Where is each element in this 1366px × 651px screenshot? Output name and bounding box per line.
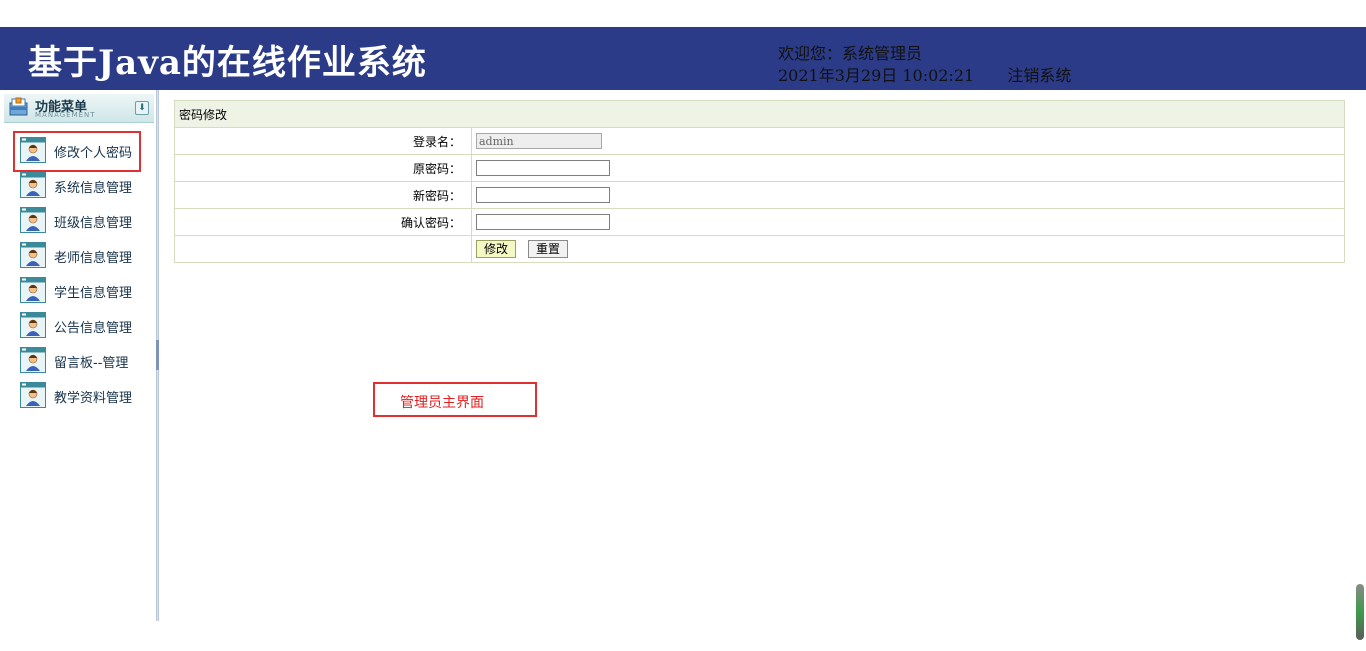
logout-link[interactable]: 注销系统	[1007, 66, 1071, 85]
annotation-text: 管理员主界面	[400, 395, 484, 411]
menu-item-label: 班级信息管理	[54, 216, 133, 231]
login-name-label: 登录名：	[174, 127, 472, 155]
submit-button[interactable]: 修改	[476, 240, 517, 258]
current-datetime: 2021年3月29日 10:02:21	[778, 66, 975, 85]
menu-item-teacher-info[interactable]: 老师信息管理	[20, 240, 150, 270]
scrollbar-thumb[interactable]	[1356, 584, 1364, 640]
menu-item-message-board[interactable]: 留言板--管理	[20, 345, 150, 375]
menu-item-label: 系统信息管理	[54, 181, 133, 196]
confirm-password-label: 确认密码：	[174, 208, 472, 236]
system-title: 基于Java的在线作业系统	[28, 43, 427, 83]
menu-header: 功能菜单 MANAGEMENT ⬇	[4, 94, 154, 123]
highlight-box	[13, 131, 141, 172]
user-form-icon	[20, 207, 46, 233]
old-password-label: 原密码：	[174, 154, 472, 182]
login-name-field	[476, 133, 602, 149]
user-form-icon	[20, 347, 46, 373]
menu-item-notice-info[interactable]: 公告信息管理	[20, 310, 150, 340]
button-row-spacer	[174, 235, 472, 263]
user-form-icon	[20, 172, 46, 198]
form-title: 密码修改	[174, 100, 1345, 128]
menu-folder-icon	[9, 97, 28, 116]
header-bar: 基于Java的在线作业系统 欢迎您：系统管理员 2021年3月29日 10:02…	[0, 27, 1366, 90]
menu-item-class-info[interactable]: 班级信息管理	[20, 205, 150, 235]
annotation-box: 管理员主界面	[373, 382, 537, 417]
old-password-input[interactable]	[476, 160, 610, 176]
user-form-icon	[20, 277, 46, 303]
new-password-input[interactable]	[476, 187, 610, 203]
reset-button[interactable]: 重置	[528, 240, 569, 258]
menu-item-label: 公告信息管理	[54, 321, 133, 336]
new-password-label: 新密码：	[174, 181, 472, 209]
splitter-grip[interactable]	[156, 340, 159, 370]
double-chevron-down-icon[interactable]: ⬇	[135, 101, 149, 115]
menu-item-label: 学生信息管理	[54, 286, 133, 301]
user-form-icon	[20, 312, 46, 338]
welcome-text: 欢迎您：系统管理员	[778, 44, 923, 63]
datetime-line: 2021年3月29日 10:02:21 注销系统	[778, 62, 1071, 86]
password-form: 密码修改 登录名： 原密码： 新密码： 确认密码： 修改重置	[174, 100, 1345, 263]
menu-item-label: 留言板--管理	[54, 356, 129, 371]
menu-item-label: 老师信息管理	[54, 251, 133, 266]
user-form-icon	[20, 382, 46, 408]
menu-item-label: 教学资料管理	[54, 391, 133, 406]
menu-subtitle: MANAGEMENT	[35, 111, 96, 119]
menu-item-teaching-material[interactable]: 教学资料管理	[20, 380, 150, 410]
menu-item-system-info[interactable]: 系统信息管理	[20, 170, 150, 200]
menu-item-student-info[interactable]: 学生信息管理	[20, 275, 150, 305]
confirm-password-input[interactable]	[476, 214, 610, 230]
user-form-icon	[20, 242, 46, 268]
